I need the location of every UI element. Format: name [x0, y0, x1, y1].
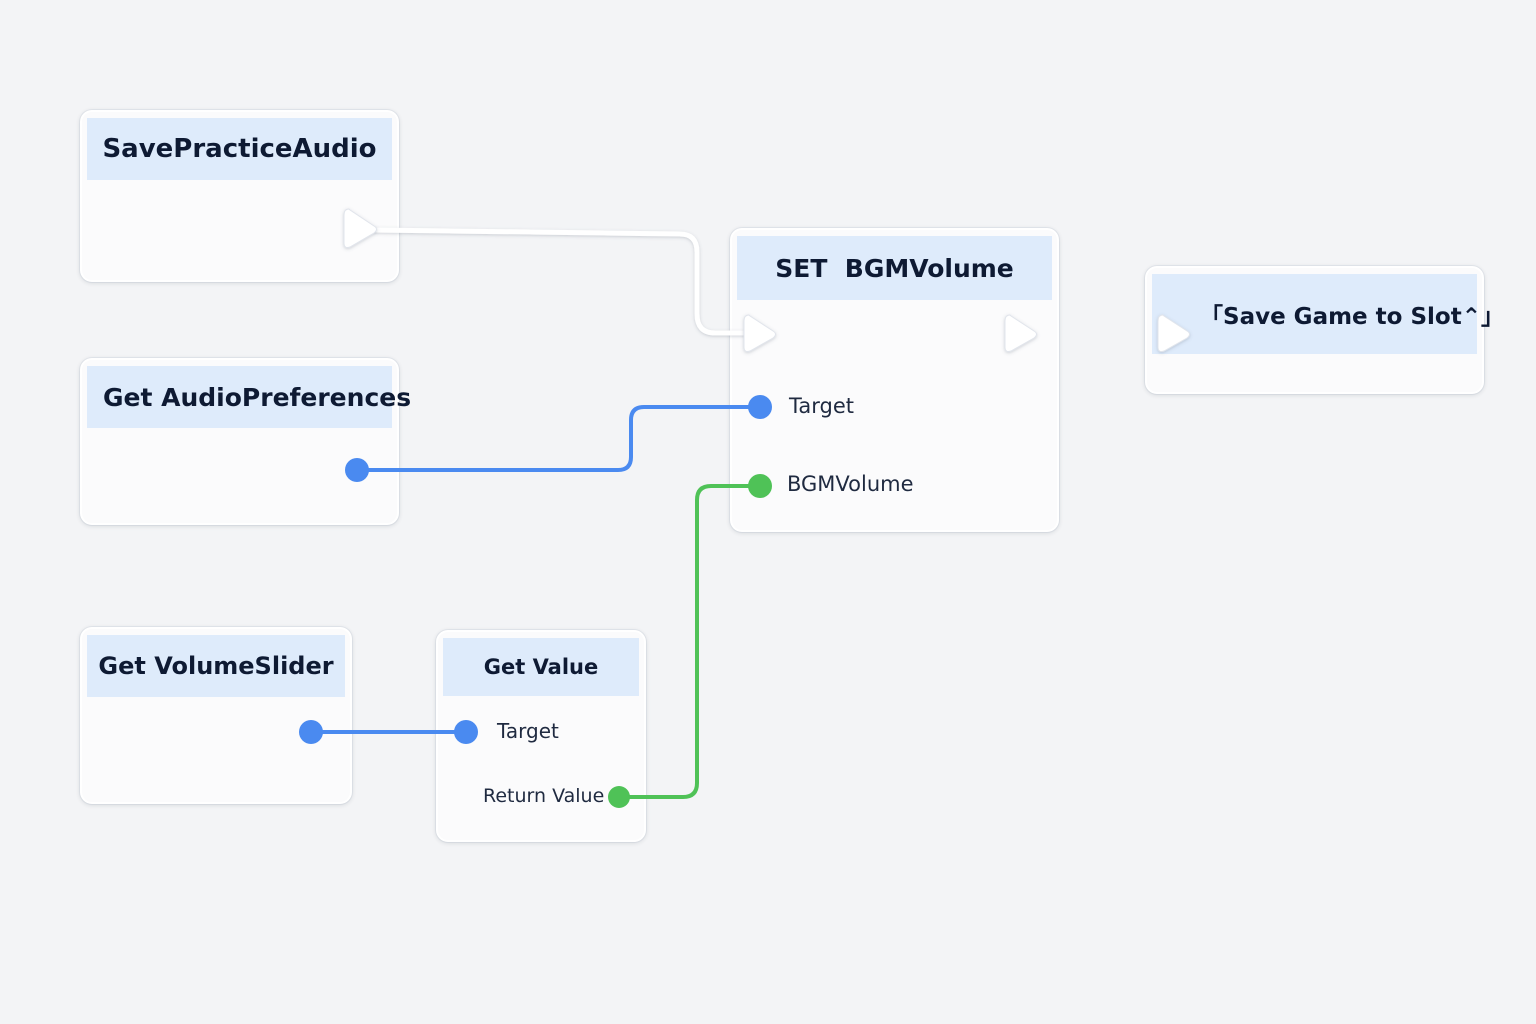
exec-in-pin-set-bgm-volume[interactable] — [740, 312, 784, 356]
input-pin-set-bgm-volume[interactable] — [746, 472, 774, 500]
pin-label-set-bgm-volume: BGMVolume — [787, 472, 914, 496]
node-title-get-volume-slider: Get VolumeSlider — [87, 635, 345, 697]
node-save-practice-audio[interactable]: SavePracticeAudio — [80, 110, 399, 282]
pin-label-getvalue-target: Target — [497, 719, 559, 743]
exec-out-pin-set-bgm-volume[interactable] — [1001, 312, 1045, 356]
output-pin-audio-preferences[interactable] — [343, 456, 371, 484]
pin-label-set-target: Target — [789, 394, 854, 418]
output-pin-volume-slider[interactable] — [297, 718, 325, 746]
exec-wire-save-to-set — [372, 227, 761, 336]
node-title-save-practice-audio: SavePracticeAudio — [87, 118, 392, 180]
input-pin-getvalue-target[interactable] — [452, 718, 480, 746]
node-title-get-audio-preferences: Get AudioPreferences — [87, 366, 411, 428]
pin-label-getvalue-return-value: Return Value — [483, 785, 605, 807]
object-wire-audioprefs-to-target — [355, 405, 762, 472]
exec-in-pin-save-game-to-slot[interactable] — [1154, 312, 1198, 356]
input-pin-set-target[interactable] — [746, 393, 774, 421]
graph-canvas[interactable]: SavePracticeAudio Get AudioPreferences S… — [0, 0, 1536, 1024]
node-get-audio-preferences[interactable]: Get AudioPreferences — [80, 358, 411, 525]
node-title-get-value: Get Value — [443, 638, 639, 696]
exec-out-pin-save-practice-audio[interactable] — [340, 206, 384, 252]
node-get-volume-slider[interactable]: Get VolumeSlider — [80, 627, 352, 804]
output-pin-return-value[interactable] — [606, 784, 632, 810]
node-title-set-bgm-volume: SET BGMVolume — [737, 236, 1052, 300]
node-title-save-game-to-slot: 「Save Game to Slot⌃」 — [1152, 274, 1504, 354]
